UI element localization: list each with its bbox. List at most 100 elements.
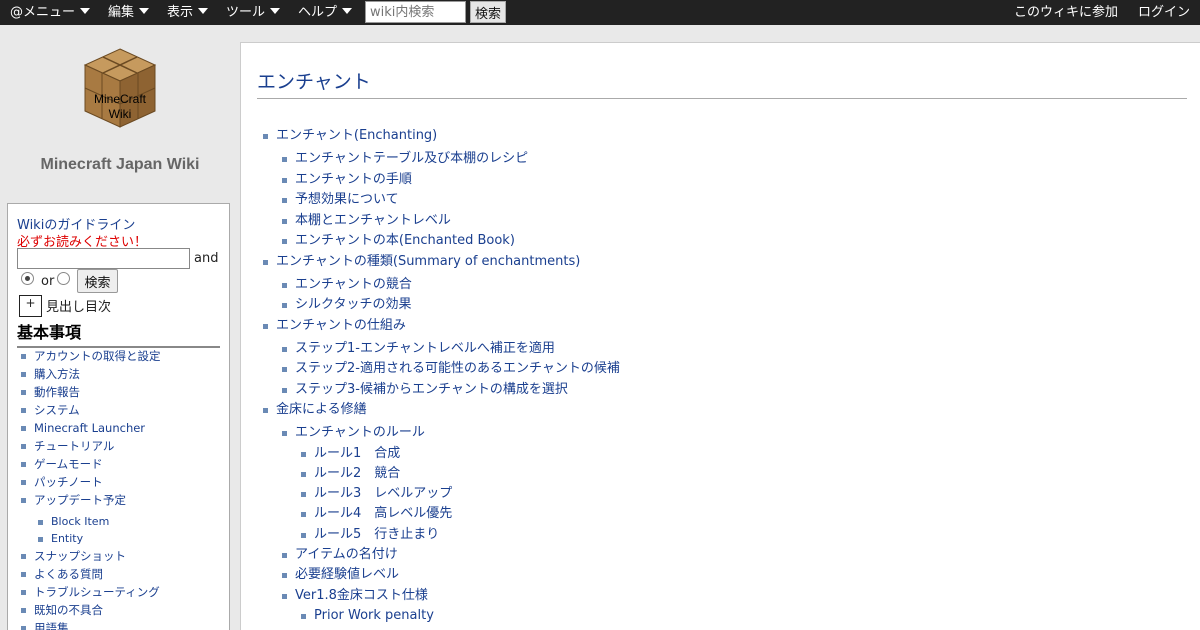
toc-item: シルクタッチの効果	[282, 296, 620, 317]
wiki-search-button[interactable]: 検索	[470, 1, 506, 23]
edit-dropdown[interactable]: 編集	[108, 0, 150, 25]
table-of-contents: エンチャント(Enchanting) エンチャントテーブル及び本棚のレシピ エンチャ…	[263, 127, 620, 628]
site-name[interactable]: Minecraft Japan Wiki	[0, 156, 240, 174]
sidebar-item: 購入方法	[18, 365, 223, 383]
toc-link[interactable]: エンチャントの競合	[295, 277, 412, 292]
sidebar-item: よくある質問	[18, 565, 223, 583]
toc-item: エンチャントテーブル及び本棚のレシピ	[282, 150, 620, 171]
tools-label: ツール	[226, 5, 266, 20]
menu-label: @メニュー	[10, 5, 76, 20]
toc-link[interactable]: ルール3 レベルアップ	[314, 486, 452, 501]
sidebar-item-link[interactable]: アップデート予定	[34, 493, 126, 507]
page-title: エンチャント	[257, 67, 1187, 99]
logo-line-2: Wiki	[108, 107, 132, 121]
sidebar-item: チュートリアル	[18, 437, 223, 455]
sidebar-item-link[interactable]: 既知の不具合	[34, 603, 103, 617]
toc-link[interactable]: ステップ3-候補からエンチャントの構成を選択	[295, 382, 568, 397]
view-dropdown[interactable]: 表示	[167, 0, 209, 25]
toc-item: 予想効果について	[282, 191, 620, 212]
toc-link[interactable]: ステップ1-エンチャントレベルへ補正を適用	[295, 341, 555, 356]
sidebar-item-link[interactable]: トラブルシューティング	[34, 585, 160, 599]
toc-item: ルール5 行き止まり	[301, 526, 620, 546]
toc-item: ルール4 高レベル優先	[301, 505, 620, 525]
toc-link[interactable]: Prior Work penalty	[314, 608, 434, 623]
sidebar-item: アップデート予定	[18, 491, 223, 509]
sidebar-item-link[interactable]: よくある質問	[34, 567, 103, 581]
toc-link[interactable]: アイテムの名付け	[295, 547, 398, 562]
help-label: ヘルプ	[298, 5, 338, 20]
sidebar-item: Block Item	[18, 513, 223, 530]
caret-down-icon	[198, 8, 209, 14]
sidebar-item-link[interactable]: アカウントの取得と設定	[34, 349, 161, 363]
sidebar-item-link[interactable]: チュートリアル	[34, 439, 114, 453]
sidebar-item-link[interactable]: システム	[34, 403, 80, 417]
toc-link[interactable]: エンチャントのルール	[295, 425, 425, 440]
toc-link[interactable]: 必要経験値レベル	[295, 567, 399, 582]
login-link[interactable]: ログイン	[1138, 0, 1190, 25]
toc-link[interactable]: ステップ2-適用される可能性のあるエンチャントの候補	[295, 361, 620, 376]
caret-down-icon	[139, 8, 150, 14]
sidebar-item: Minecraft Launcher	[18, 419, 223, 437]
join-wiki-link[interactable]: このウィキに参加	[1014, 0, 1118, 25]
toc-link[interactable]: エンチャントの本(Enchanted Book)	[295, 233, 515, 248]
sidebar-nav-list: アカウントの取得と設定 購入方法動作報告システム Minecraft Launche…	[18, 347, 223, 630]
toc-link[interactable]: エンチャント(Enchanting)	[276, 128, 437, 143]
toc-link[interactable]: ルール2 競合	[314, 466, 400, 481]
toc-link[interactable]: 予想効果について	[295, 192, 399, 207]
and-label: and	[194, 251, 219, 266]
toc-item: 必要経験値レベル	[282, 566, 620, 587]
sidebar-item: 既知の不具合	[18, 601, 223, 619]
tools-dropdown[interactable]: ツール	[226, 0, 281, 25]
sidebar-search-input[interactable]	[17, 248, 190, 269]
sidebar-item-link[interactable]: Entity	[51, 532, 83, 545]
sidebar-panel: Wikiのガイドライン 必ずお読みください！ and or 検索 + 見出し目次…	[7, 203, 230, 630]
help-dropdown[interactable]: ヘルプ	[298, 0, 353, 25]
sidebar-item: パッチノート	[18, 473, 223, 491]
view-label: 表示	[167, 5, 194, 20]
toc-link[interactable]: シルクタッチの効果	[295, 297, 411, 312]
and-radio[interactable]	[21, 272, 34, 285]
wiki-search-input[interactable]	[365, 1, 466, 23]
toc-link[interactable]: エンチャントの種類(Summary of enchantments)	[276, 254, 580, 269]
sidebar-item-link[interactable]: スナップショット	[34, 549, 126, 563]
toc-item: エンチャントのルール	[282, 424, 620, 445]
toc-toggle-button[interactable]: +	[19, 295, 42, 317]
sidebar-item-link[interactable]: パッチノート	[34, 475, 103, 489]
toc-link[interactable]: ルール5 行き止まり	[314, 527, 439, 542]
top-menu-bar: @メニュー 編集 表示 ツール ヘルプ 検索 このウィキに参加 ログイン	[0, 0, 1200, 25]
caret-down-icon	[80, 8, 91, 14]
toc-item: ルール1 合成	[301, 445, 620, 465]
toc-link[interactable]: エンチャントの手順	[295, 172, 412, 187]
toc-item: ルール2 競合	[301, 465, 620, 485]
toc-label: 見出し目次	[46, 300, 112, 315]
sidebar-item-link[interactable]: Block Item	[51, 515, 109, 528]
sidebar-item: トラブルシューティング	[18, 583, 223, 601]
toc-item: Ver1.8金床コスト仕様	[282, 587, 620, 608]
sidebar-item-link[interactable]: 用語集	[34, 621, 69, 630]
sidebar-item-link[interactable]: Minecraft Launcher	[34, 421, 145, 435]
basics-heading: 基本事項	[17, 319, 220, 348]
toc-link[interactable]: 金床による修繕	[276, 402, 367, 417]
menu-dropdown[interactable]: @メニュー	[10, 0, 91, 25]
toc-item: ルール3 レベルアップ	[301, 485, 620, 505]
toc-link[interactable]: 本棚とエンチャントレベル	[295, 213, 451, 228]
toc-item: エンチャントの本(Enchanted Book)	[282, 232, 620, 253]
or-label: or	[41, 274, 55, 289]
sidebar-item: スナップショット	[18, 547, 223, 565]
logo-line-1: MineCraft	[93, 92, 146, 106]
toc-link[interactable]: エンチャントの仕組み	[276, 318, 406, 333]
toc-link[interactable]: ルール4 高レベル優先	[314, 506, 452, 521]
sidebar-search-button[interactable]: 検索	[77, 269, 118, 293]
or-radio[interactable]	[57, 272, 70, 285]
toc-item: ステップ2-適用される可能性のあるエンチャントの候補	[282, 360, 620, 381]
sidebar-item: アカウントの取得と設定	[18, 347, 223, 365]
sidebar-item-link[interactable]: 購入方法	[34, 367, 80, 381]
toc-link[interactable]: ルール1 合成	[314, 446, 400, 461]
logo-text: MineCraft Wiki	[83, 92, 157, 122]
main-content: エンチャント エンチャント(Enchanting) エンチャントテーブル及び本棚の…	[240, 42, 1200, 630]
toc-item: アイテムの名付け	[282, 546, 620, 567]
sidebar-item-link[interactable]: 動作報告	[34, 385, 80, 399]
sidebar-item-link[interactable]: ゲームモード	[34, 457, 103, 471]
toc-link[interactable]: エンチャントテーブル及び本棚のレシピ	[295, 151, 528, 166]
toc-link[interactable]: Ver1.8金床コスト仕様	[295, 588, 428, 603]
